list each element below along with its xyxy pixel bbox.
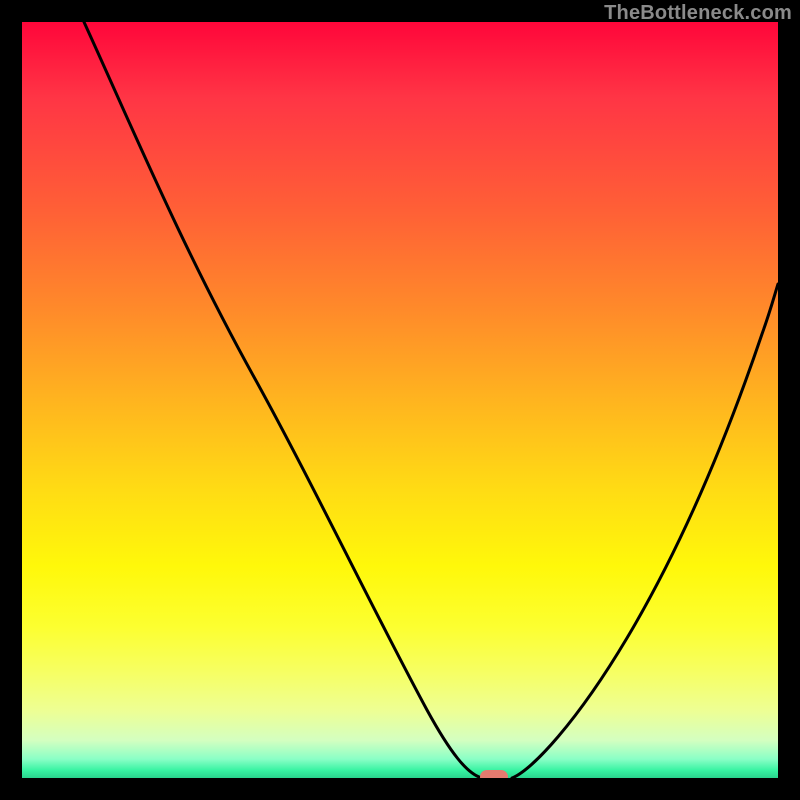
plot-area <box>22 22 778 778</box>
bottleneck-curve <box>22 22 778 778</box>
curve-right <box>512 284 778 778</box>
curve-left <box>84 22 482 778</box>
optimal-marker <box>480 770 508 778</box>
chart-canvas: TheBottleneck.com <box>0 0 800 800</box>
watermark-text: TheBottleneck.com <box>604 2 792 25</box>
